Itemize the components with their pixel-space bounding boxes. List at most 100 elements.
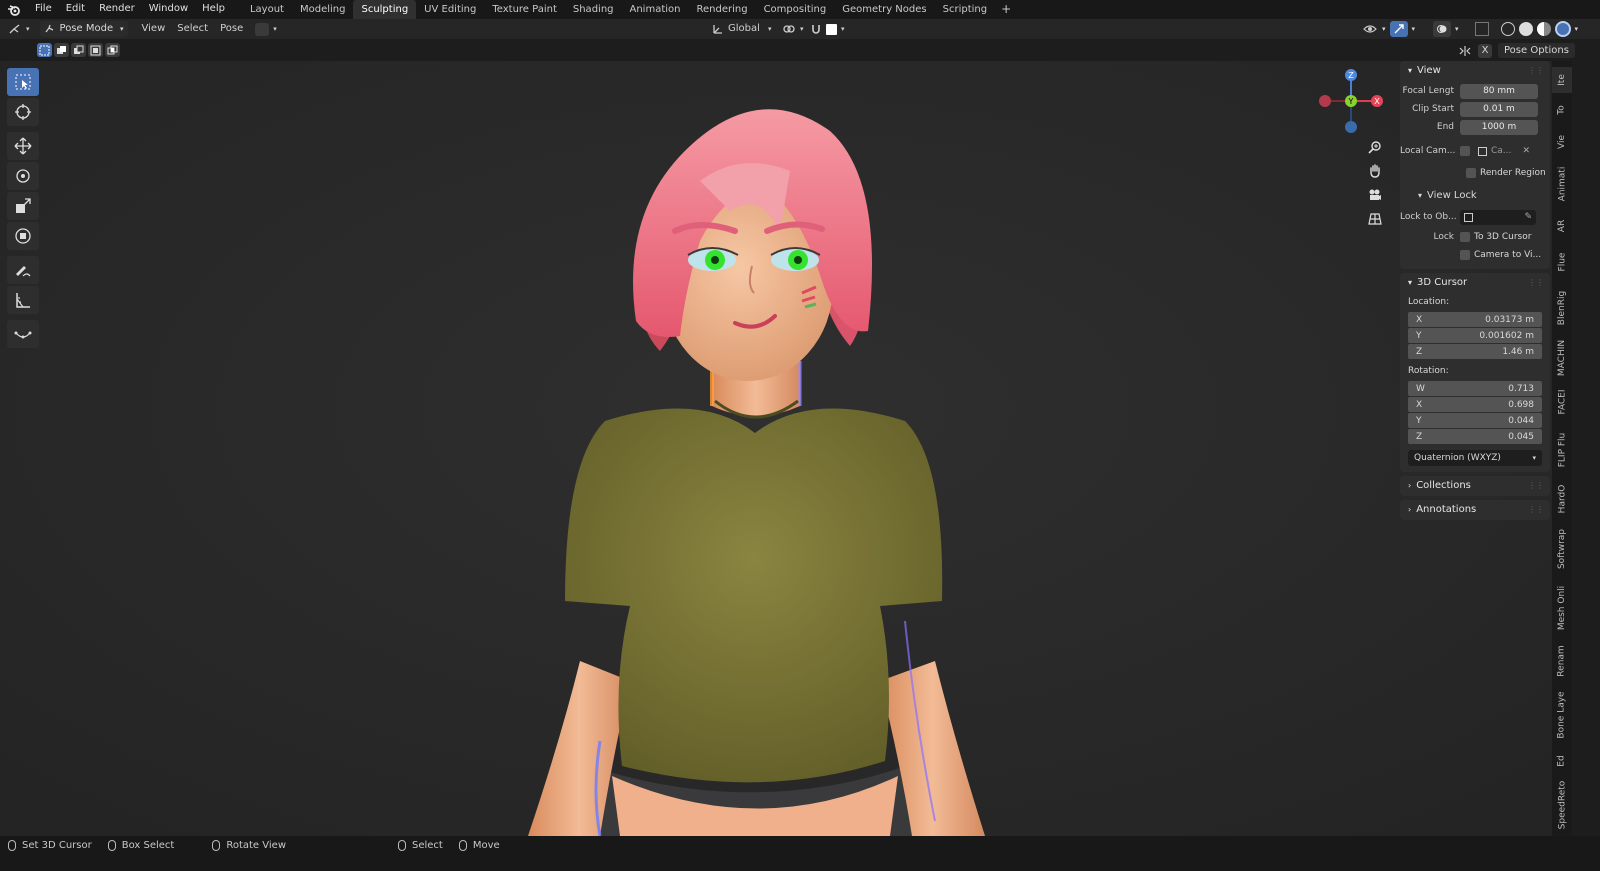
tab-rendering[interactable]: Rendering: [688, 0, 755, 19]
pan-view-button[interactable]: [1364, 160, 1386, 182]
sidetab-tool[interactable]: To: [1552, 97, 1572, 123]
3d-cursor-panel-header[interactable]: ▾ 3D Cursor ⋮⋮: [1400, 273, 1550, 293]
clear-icon[interactable]: ✕: [1522, 144, 1530, 159]
drag-handle-icon[interactable]: ⋮⋮: [1528, 500, 1544, 520]
scale-tool[interactable]: [7, 192, 39, 220]
view-panel-header[interactable]: ▾ View ⋮⋮: [1400, 61, 1550, 81]
sidetab-speedretopo[interactable]: SpeedReto: [1552, 777, 1572, 833]
transform-orientation-dropdown[interactable]: Global ▾: [706, 19, 778, 39]
annotate-tool[interactable]: [7, 256, 39, 284]
overlays-toggle-icon[interactable]: [1433, 21, 1452, 37]
focal-length-field[interactable]: 80 mm: [1460, 83, 1538, 99]
cursor-tool[interactable]: [7, 98, 39, 126]
select-intersect-icon[interactable]: [105, 43, 120, 57]
pose-options-dropdown[interactable]: Pose Options: [1498, 43, 1575, 58]
sidetab-ed[interactable]: Ed: [1552, 749, 1572, 773]
camera-view-button[interactable]: [1364, 184, 1386, 206]
view-menu[interactable]: View: [136, 19, 172, 39]
3d-viewport[interactable]: [0, 61, 1552, 836]
gizmo-toggle-icon[interactable]: [1389, 21, 1408, 37]
tab-animation[interactable]: Animation: [622, 0, 689, 19]
blender-logo-icon[interactable]: [0, 0, 28, 19]
tab-texture-paint[interactable]: Texture Paint: [484, 0, 565, 19]
render-region-checkbox[interactable]: [1466, 168, 1476, 178]
cursor-location-z[interactable]: Z 1.46 m: [1408, 344, 1542, 359]
drag-handle-icon[interactable]: ⋮⋮: [1528, 476, 1544, 496]
tab-compositing[interactable]: Compositing: [756, 0, 835, 19]
annotations-panel[interactable]: › Annotations ⋮⋮: [1400, 500, 1550, 520]
tab-geometry-nodes[interactable]: Geometry Nodes: [834, 0, 934, 19]
sidetab-mesh-online[interactable]: Mesh Onli: [1552, 579, 1572, 637]
select-menu[interactable]: Select: [171, 19, 214, 39]
transform-tool[interactable]: [7, 222, 39, 250]
menu-edit[interactable]: Edit: [59, 0, 92, 19]
x-symmetry-button[interactable]: X: [1478, 43, 1492, 58]
select-box-tool[interactable]: [7, 68, 39, 96]
tab-uv-editing[interactable]: UV Editing: [416, 0, 484, 19]
move-tool[interactable]: [7, 132, 39, 160]
sidetab-blenrig[interactable]: BlenRig: [1552, 283, 1572, 333]
cursor-rotation-x[interactable]: X 0.698: [1408, 397, 1542, 412]
visibility-icon[interactable]: [1362, 22, 1378, 36]
snap-toggle[interactable]: ▾: [804, 19, 851, 39]
tab-layout[interactable]: Layout: [242, 0, 292, 19]
sidetab-bone-layers[interactable]: Bone Laye: [1552, 685, 1572, 745]
tab-sculpting[interactable]: Sculpting: [353, 0, 417, 19]
select-new-icon[interactable]: [37, 43, 52, 57]
tab-modeling[interactable]: Modeling: [292, 0, 354, 19]
lock-to-object-field[interactable]: ✎: [1460, 209, 1536, 225]
cursor-location-y[interactable]: Y 0.001602 m: [1408, 328, 1542, 343]
view-lock-subpanel-header[interactable]: ▾ View Lock: [1400, 187, 1550, 203]
pose-menu[interactable]: Pose: [214, 19, 249, 39]
sidetab-flip-fluids[interactable]: FLIP Flu: [1552, 425, 1572, 475]
collections-panel[interactable]: › Collections ⋮⋮: [1400, 476, 1550, 496]
rendered-shading-icon[interactable]: [1554, 21, 1571, 37]
xray-toggle-icon[interactable]: [1474, 22, 1489, 36]
sidetab-ar[interactable]: AR: [1552, 211, 1572, 241]
zoom-view-button[interactable]: [1364, 136, 1386, 158]
pose-relax-tool[interactable]: [7, 320, 39, 348]
local-camera-checkbox[interactable]: [1460, 146, 1470, 156]
clip-start-field[interactable]: 0.01 m: [1460, 101, 1538, 117]
solid-shading-icon[interactable]: [1518, 22, 1533, 36]
material-shading-icon[interactable]: [1536, 22, 1551, 36]
sidetab-machin[interactable]: MACHIN: [1552, 337, 1572, 379]
mirror-icon[interactable]: [1458, 45, 1472, 57]
menu-file[interactable]: File: [28, 0, 59, 19]
sidetab-view[interactable]: Vie: [1552, 127, 1572, 157]
navigation-gizmo[interactable]: Z X Y: [1312, 66, 1388, 136]
select-extend-icon[interactable]: [54, 43, 69, 57]
local-camera-field[interactable]: Ca... ✕: [1474, 143, 1534, 159]
wireframe-shading-icon[interactable]: [1500, 22, 1515, 36]
sidetab-animation[interactable]: Animati: [1552, 161, 1572, 207]
sidetab-item[interactable]: Ite: [1552, 67, 1572, 93]
mode-dropdown[interactable]: Pose Mode ▾: [39, 21, 128, 37]
tab-shading[interactable]: Shading: [565, 0, 622, 19]
select-subtract-icon[interactable]: [71, 43, 86, 57]
menu-window[interactable]: Window: [142, 0, 195, 19]
sidetab-flue[interactable]: Flue: [1552, 245, 1572, 279]
sidetab-rename[interactable]: Renam: [1552, 641, 1572, 681]
eyedropper-icon[interactable]: ✎: [1524, 210, 1532, 225]
add-workspace-button[interactable]: +: [995, 0, 1017, 19]
lock-to-cursor-checkbox[interactable]: [1460, 232, 1470, 242]
cursor-rotation-w[interactable]: W 0.713: [1408, 381, 1542, 396]
sidetab-facei[interactable]: FACEI: [1552, 383, 1572, 421]
drag-handle-icon[interactable]: ⋮⋮: [1528, 61, 1544, 81]
cursor-rotation-y[interactable]: Y 0.044: [1408, 413, 1542, 428]
rotation-mode-dropdown[interactable]: Quaternion (WXYZ) ▾: [1408, 450, 1542, 466]
cursor-rotation-z[interactable]: Z 0.045: [1408, 429, 1542, 444]
measure-tool[interactable]: [7, 286, 39, 314]
rotate-tool[interactable]: [7, 162, 39, 190]
tab-scripting[interactable]: Scripting: [935, 0, 995, 19]
pose-extra-dropdown[interactable]: ▾: [249, 19, 283, 39]
sidetab-hardops[interactable]: HardO: [1552, 479, 1572, 519]
menu-render[interactable]: Render: [92, 0, 142, 19]
clip-end-field[interactable]: 1000 m: [1460, 119, 1538, 135]
perspective-toggle-button[interactable]: [1364, 208, 1386, 230]
editor-type-dropdown[interactable]: ▾: [0, 19, 36, 39]
menu-help[interactable]: Help: [195, 0, 232, 19]
sidetab-softwrap[interactable]: Softwrap: [1552, 523, 1572, 575]
camera-to-view-checkbox[interactable]: [1460, 250, 1470, 260]
cursor-location-x[interactable]: X 0.03173 m: [1408, 312, 1542, 327]
